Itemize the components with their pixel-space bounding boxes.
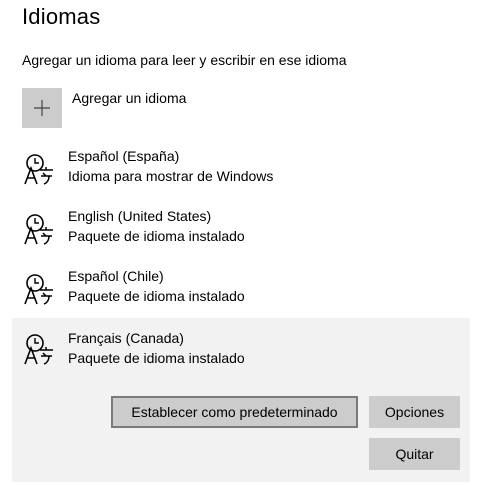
language-icon xyxy=(22,212,56,246)
language-status: Idioma para mostrar de Windows xyxy=(68,168,274,184)
language-status: Paquete de idioma instalado xyxy=(68,228,245,244)
language-icon xyxy=(22,332,56,366)
add-language-button[interactable]: Agregar un idioma xyxy=(22,88,322,128)
language-name: Español (España) xyxy=(68,148,180,164)
page-title: Idiomas xyxy=(22,4,101,29)
language-icon xyxy=(22,272,56,306)
language-name: Français (Canada) xyxy=(68,330,184,346)
language-name: Español (Chile) xyxy=(68,268,164,284)
language-icon xyxy=(22,152,56,186)
language-name: English (United States) xyxy=(68,208,212,224)
plus-icon xyxy=(22,88,62,128)
language-item-es-cl[interactable]: Español (Chile) Paquete de idioma instal… xyxy=(12,266,470,326)
language-item-en-us[interactable]: English (United States) Paquete de idiom… xyxy=(12,206,470,266)
language-status: Paquete de idioma instalado xyxy=(68,350,245,366)
set-default-button[interactable]: Establecer como predeterminado xyxy=(111,396,358,428)
language-item-fr-ca[interactable]: Français (Canada) Paquete de idioma inst… xyxy=(12,318,470,482)
language-item-es-es[interactable]: Español (España) Idioma para mostrar de … xyxy=(12,146,470,206)
language-status: Paquete de idioma instalado xyxy=(68,288,245,304)
remove-button[interactable]: Quitar xyxy=(369,438,460,470)
intro-text: Agregar un idioma para leer y escribir e… xyxy=(22,52,347,68)
add-language-label: Agregar un idioma xyxy=(72,90,187,106)
options-button[interactable]: Opciones xyxy=(369,396,460,428)
